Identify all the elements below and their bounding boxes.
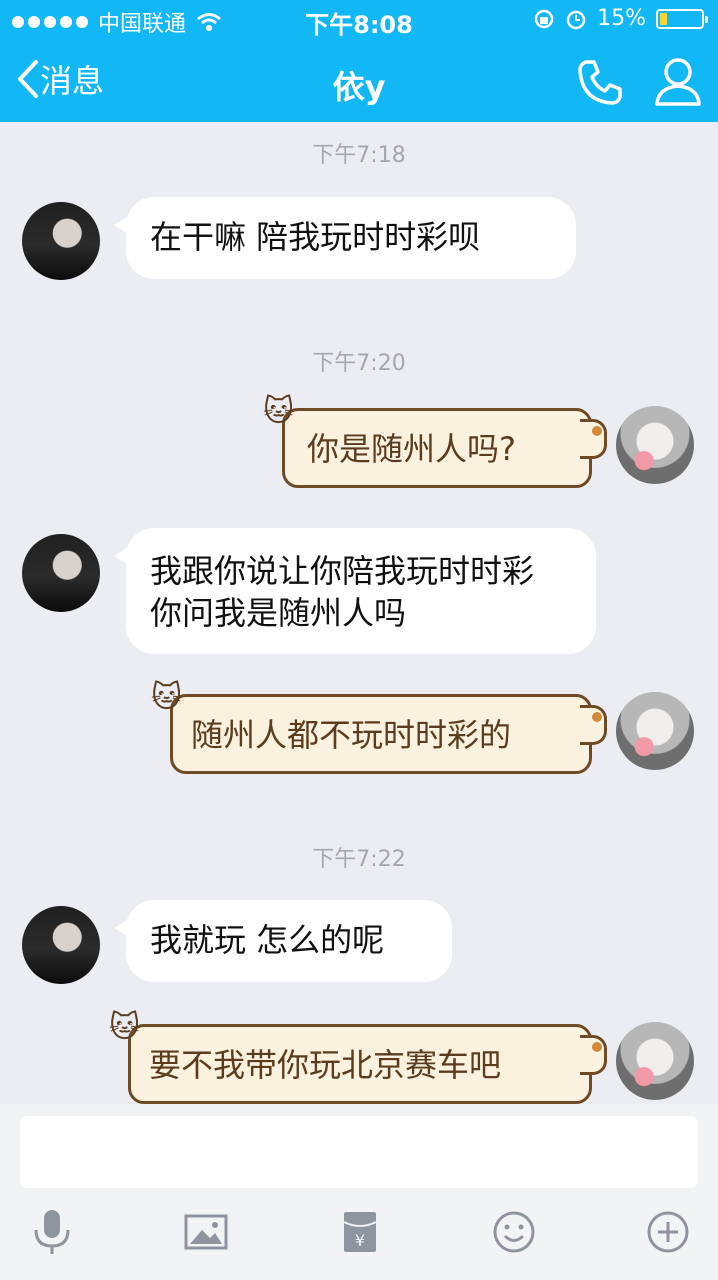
avatar[interactable] [616, 406, 694, 484]
outgoing-message[interactable]: 🐱 随州人都不玩时时彩的 [151, 683, 607, 774]
battery-percent: 15% [597, 6, 646, 31]
profile-icon[interactable] [652, 54, 704, 108]
message-input[interactable] [20, 1116, 698, 1188]
paw-decoration [580, 705, 607, 745]
cat-sticker-icon: 🐱 [263, 394, 295, 429]
cat-sticker-icon: 🐱 [109, 1010, 141, 1045]
incoming-message[interactable]: 我就玩 怎么的呢 [114, 900, 452, 982]
image-icon[interactable] [184, 1208, 228, 1256]
message-text: 随州人都不玩时时彩的 [191, 716, 512, 754]
avatar[interactable] [616, 692, 694, 770]
app-header: 中国联通 下午8:08 15% 消息 依y [0, 0, 718, 122]
message-text: 你是随州人吗? [307, 430, 516, 468]
paw-decoration [580, 419, 607, 459]
lock-rotate-icon [534, 9, 554, 28]
incoming-message[interactable]: 在干嘛 陪我玩时时彩呗 [114, 197, 576, 279]
emoji-icon[interactable] [492, 1208, 536, 1256]
red-packet-icon[interactable]: ¥ [338, 1208, 382, 1256]
timestamp: 下午7:20 [312, 351, 406, 376]
status-bar: 中国联通 下午8:08 15% [0, 0, 718, 40]
outgoing-message[interactable]: 🐱 你是随州人吗? [263, 397, 607, 488]
timestamp: 下午7:18 [312, 143, 406, 168]
plus-icon[interactable] [646, 1208, 690, 1256]
incoming-message[interactable]: 我跟你说让你陪我玩时时彩 你问我是随州人吗 [114, 528, 596, 654]
avatar[interactable] [616, 1022, 694, 1100]
message-text: 要不我带你玩北京赛车吧 [149, 1046, 502, 1084]
status-right: 15% [533, 6, 708, 31]
alarm-icon [566, 10, 586, 29]
mic-icon[interactable] [30, 1208, 74, 1256]
paw-decoration [580, 1035, 607, 1075]
outgoing-message[interactable]: 🐱 要不我带你玩北京赛车吧 [109, 1013, 607, 1104]
svg-text:¥: ¥ [355, 1231, 365, 1250]
phone-icon[interactable] [574, 56, 626, 108]
timestamp: 下午7:22 [312, 847, 406, 872]
avatar[interactable] [22, 202, 100, 280]
avatar[interactable] [22, 906, 100, 984]
battery-icon [656, 8, 708, 29]
cat-sticker-icon: 🐱 [151, 680, 183, 715]
avatar[interactable] [22, 534, 100, 612]
